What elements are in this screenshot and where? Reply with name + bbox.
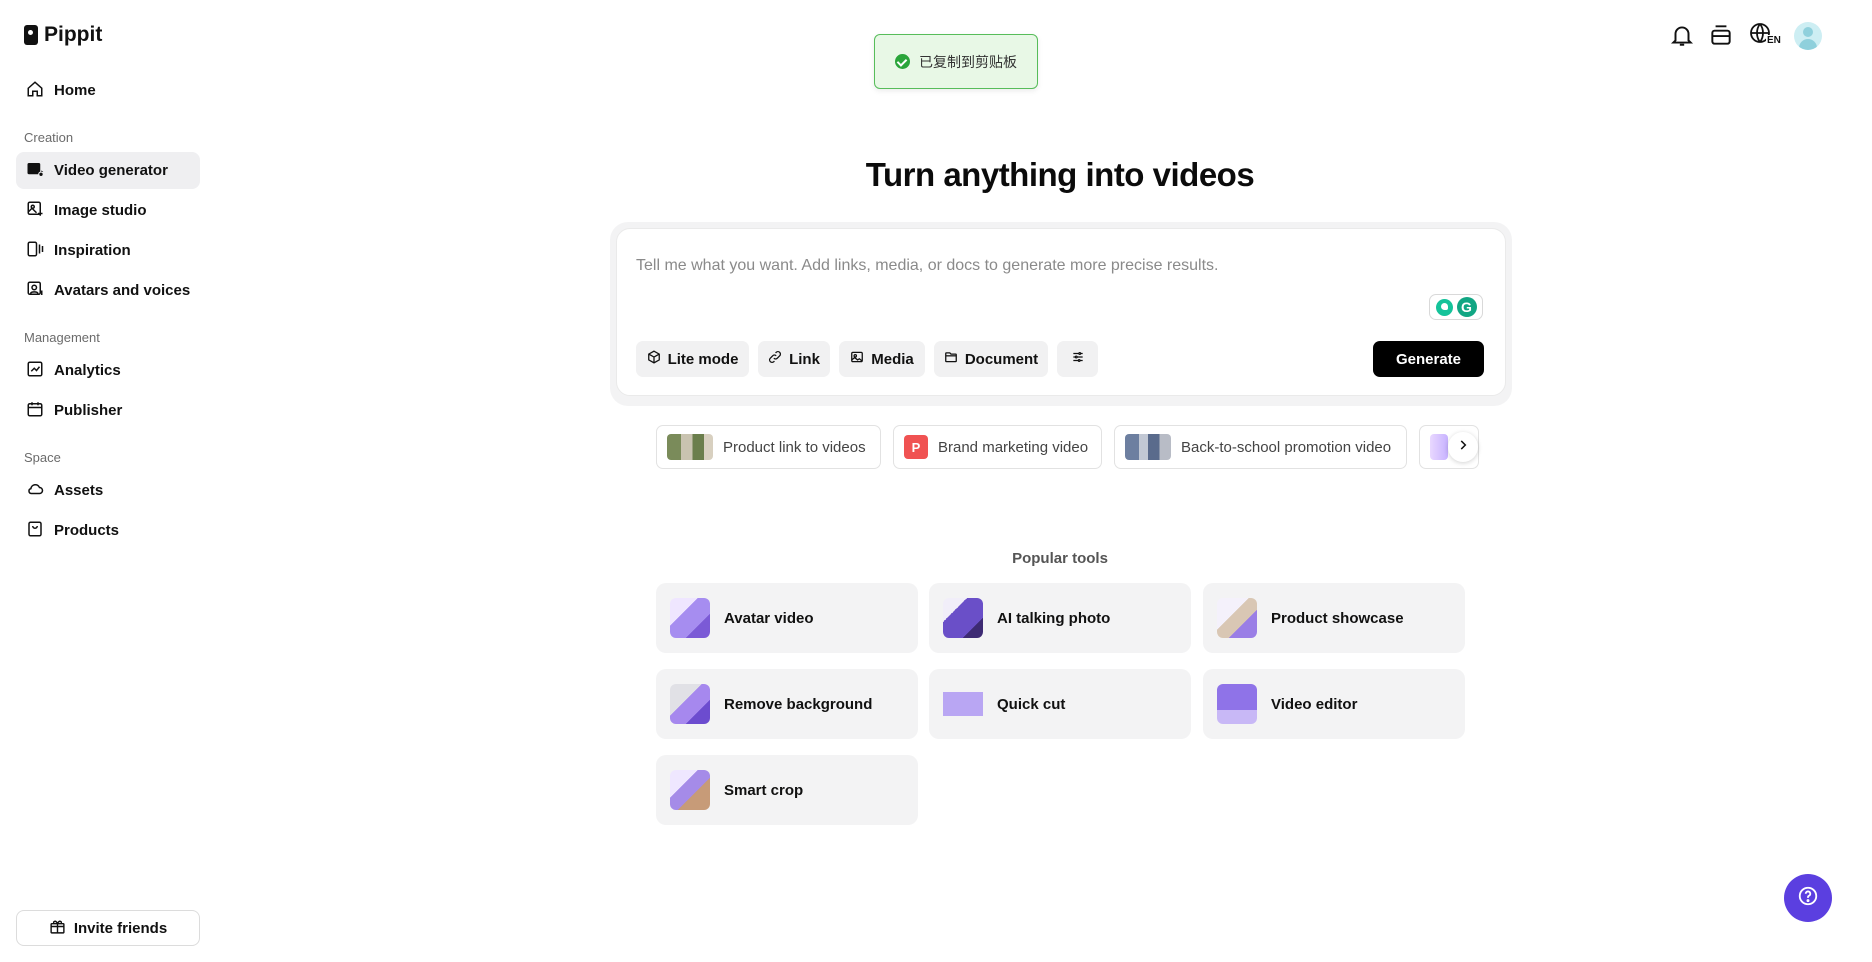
avatar[interactable] [1794, 22, 1822, 50]
tool-label: Remove background [724, 695, 873, 713]
gift-icon [49, 918, 66, 939]
tool-label: Smart crop [724, 781, 804, 799]
link-button[interactable]: Link [758, 341, 830, 377]
tool-avatar-video[interactable]: Avatar video [656, 583, 918, 653]
analytics-icon [26, 360, 44, 382]
home-icon [26, 80, 44, 102]
suggestion-thumbnail [1430, 434, 1448, 460]
help-button[interactable] [1784, 874, 1832, 922]
check-circle-icon [895, 54, 910, 69]
link-label: Link [789, 350, 820, 368]
grammarly-widget[interactable]: G [1429, 294, 1483, 320]
suggestion-brand-marketing[interactable]: P Brand marketing video [893, 425, 1102, 469]
tool-label: AI talking photo [997, 609, 1111, 627]
sidebar-item-label: Avatars and voices [54, 282, 191, 299]
settings-button[interactable] [1057, 341, 1098, 377]
lite-mode-label: Lite mode [667, 350, 739, 368]
grammarly-bulb-icon [1435, 298, 1453, 316]
cube-icon [647, 350, 661, 368]
talking-photo-icon [943, 598, 983, 638]
image-studio-icon [26, 200, 44, 222]
brand-badge-icon: P [904, 435, 928, 459]
sidebar-item-label: Publisher [54, 402, 123, 419]
sidebar-item-label: Assets [54, 482, 104, 499]
invite-friends-button[interactable]: Invite friends [16, 910, 200, 946]
folder-icon [944, 350, 958, 368]
video-editor-icon [1217, 684, 1257, 724]
section-management: Management [24, 330, 100, 345]
tool-label: Avatar video [724, 609, 814, 627]
sidebar-item-home[interactable]: Home [16, 72, 200, 109]
grammarly-logo-icon: G [1456, 297, 1477, 317]
smart-crop-icon [670, 770, 710, 810]
sidebar-item-assets[interactable]: Assets [16, 472, 200, 509]
bag-icon [26, 520, 44, 542]
tool-ai-talking-photo[interactable]: AI talking photo [929, 583, 1191, 653]
sidebar-item-publisher[interactable]: Publisher [16, 392, 200, 429]
tool-label: Quick cut [997, 695, 1066, 713]
tool-label: Product showcase [1271, 609, 1404, 627]
suggestion-back-to-school[interactable]: Back-to-school promotion video [1114, 425, 1407, 469]
toast-notification: 已复制到剪贴板 [874, 34, 1038, 89]
pippit-logo-icon [24, 25, 38, 45]
sidebar-item-label: Home [54, 82, 96, 99]
section-creation: Creation [24, 130, 74, 145]
product-showcase-icon [1217, 598, 1257, 638]
suggestion-label: Brand marketing video [938, 438, 1089, 456]
sidebar-item-analytics[interactable]: Analytics [16, 352, 200, 389]
sidebar: Pippit Home Creation Video generator Ima… [0, 0, 214, 962]
prompt-input[interactable] [636, 254, 1476, 278]
cloud-icon [26, 480, 44, 502]
document-button[interactable]: Document [934, 341, 1048, 377]
link-icon [768, 350, 782, 368]
tool-smart-crop[interactable]: Smart crop [656, 755, 918, 825]
image-icon [850, 350, 864, 368]
suggestion-label: Back-to-school promotion video [1181, 438, 1392, 456]
tool-video-editor[interactable]: Video editor [1203, 669, 1465, 739]
document-label: Document [964, 350, 1039, 368]
sidebar-item-products[interactable]: Products [16, 512, 200, 549]
chevron-right-icon [1456, 438, 1470, 457]
inspiration-icon [26, 240, 44, 262]
suggestion-thumbnail [667, 434, 713, 460]
app-name: Pippit [44, 23, 103, 46]
language-button[interactable]: EN [1749, 22, 1782, 48]
sidebar-item-label: Inspiration [54, 242, 131, 259]
tool-label: Video editor [1271, 695, 1358, 713]
tool-remove-background[interactable]: Remove background [656, 669, 918, 739]
question-icon [1797, 885, 1819, 912]
sidebar-item-inspiration[interactable]: Inspiration [16, 232, 200, 269]
calendar-icon [26, 400, 44, 422]
media-button[interactable]: Media [839, 341, 925, 377]
popular-tools-title: Popular tools [1012, 550, 1108, 567]
tool-product-showcase[interactable]: Product showcase [1203, 583, 1465, 653]
sidebar-item-label: Image studio [54, 202, 147, 219]
language-badge: EN [1766, 35, 1782, 46]
app-logo[interactable]: Pippit [24, 22, 102, 48]
generate-button[interactable]: Generate [1373, 341, 1484, 377]
sliders-icon [1071, 350, 1085, 368]
sidebar-item-label: Analytics [54, 362, 121, 379]
suggestion-product-link[interactable]: Product link to videos [656, 425, 881, 469]
lite-mode-button[interactable]: Lite mode [636, 341, 749, 377]
avatar-video-icon [670, 598, 710, 638]
suggestion-label: Product link to videos [723, 438, 866, 456]
sidebar-item-avatars-voices[interactable]: Avatars and voices [16, 272, 200, 309]
stack-icon[interactable] [1708, 22, 1734, 48]
sidebar-item-image-studio[interactable]: Image studio [16, 192, 200, 229]
tool-quick-cut[interactable]: Quick cut [929, 669, 1191, 739]
suggestions-next-button[interactable] [1448, 432, 1478, 462]
avatar-voice-icon [26, 280, 44, 302]
page-title: Turn anything into videos [865, 156, 1255, 193]
section-space: Space [24, 450, 61, 465]
invite-friends-label: Invite friends [73, 919, 168, 937]
bell-icon[interactable] [1669, 22, 1695, 48]
suggestion-thumbnail [1125, 434, 1171, 460]
media-label: Media [871, 350, 914, 368]
toast-text: 已复制到剪贴板 [919, 53, 1017, 70]
quick-cut-icon [943, 684, 983, 724]
sidebar-item-label: Products [54, 522, 120, 539]
remove-background-icon [670, 684, 710, 724]
